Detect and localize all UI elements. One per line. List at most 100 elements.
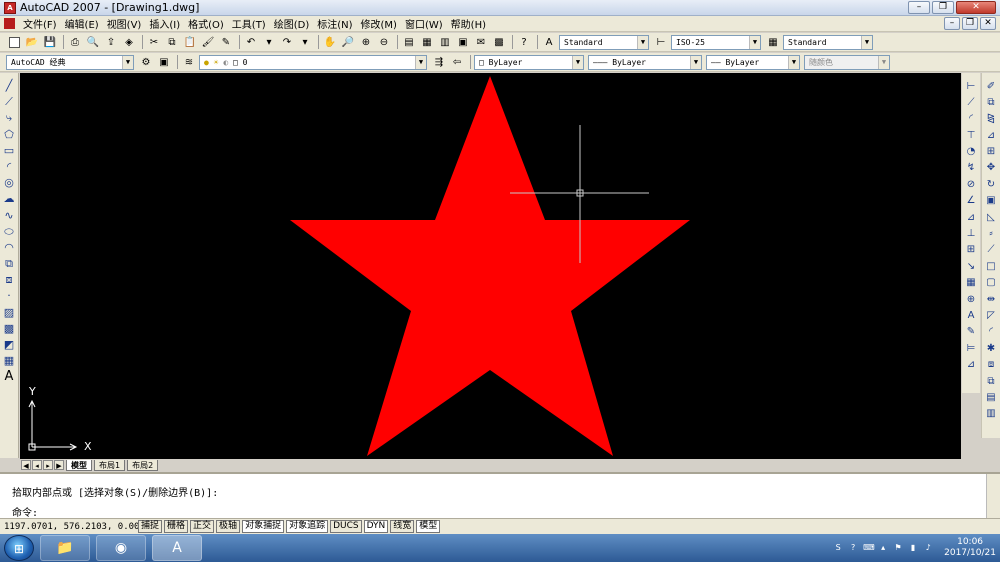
diameter-icon[interactable]: ⊘: [964, 177, 978, 191]
menu-window[interactable]: 窗口(W): [403, 16, 449, 31]
table-icon[interactable]: ▦: [2, 354, 16, 368]
next-tab-icon[interactable]: ▸: [43, 460, 53, 470]
doc-restore-button[interactable]: ❐: [962, 17, 978, 30]
zoom-window-icon[interactable]: ⊕: [358, 34, 374, 50]
break-at-point-icon[interactable]: □: [984, 259, 998, 273]
array-icon[interactable]: ⊞: [984, 145, 998, 159]
print-preview-icon[interactable]: 🔍: [85, 34, 101, 50]
continue-icon[interactable]: ⊞: [964, 243, 978, 257]
region-icon[interactable]: ◩: [2, 338, 16, 352]
show-hidden-icon[interactable]: ▴: [878, 543, 888, 553]
zoom-realtime-icon[interactable]: 🔎: [340, 34, 356, 50]
draw-order-back-icon[interactable]: ⧉: [984, 374, 998, 388]
polyline-icon[interactable]: ⤷: [2, 111, 16, 125]
open-icon[interactable]: 📂: [24, 34, 40, 50]
grid-toggle[interactable]: 栅格: [164, 520, 189, 533]
dim-style-icon[interactable]: ⊿: [964, 358, 978, 372]
3d-publish-icon[interactable]: ◈: [121, 34, 137, 50]
star-shape[interactable]: [290, 76, 690, 456]
redo-dropdown-icon[interactable]: ▾: [297, 34, 313, 50]
center-mark-icon[interactable]: ⊕: [964, 292, 978, 306]
radius-icon[interactable]: ◔: [964, 145, 978, 159]
quick-dim-icon[interactable]: ⊿: [964, 210, 978, 224]
draw-order-below-icon[interactable]: ▥: [984, 407, 998, 421]
copy-object-icon[interactable]: ⧉: [984, 95, 998, 109]
rotate-icon[interactable]: ↻: [984, 177, 998, 191]
layer-select[interactable]: ● ☀ ◐ □ 0 ▼: [199, 54, 427, 70]
cut-icon[interactable]: ✂: [146, 34, 162, 50]
menu-help[interactable]: 帮助(H): [449, 16, 492, 31]
scale-icon[interactable]: ▣: [984, 194, 998, 208]
construction-line-icon[interactable]: ⟋: [2, 95, 16, 109]
dim-text-edit-icon[interactable]: ✎: [964, 325, 978, 339]
extend-icon[interactable]: ⟋: [984, 243, 998, 257]
baseline-icon[interactable]: ⊥: [964, 227, 978, 241]
polar-toggle[interactable]: 极轴: [216, 520, 241, 533]
draw-order-front-icon[interactable]: ⧈: [984, 358, 998, 372]
menu-edit[interactable]: 编辑(E): [63, 16, 105, 31]
lineweight-select[interactable]: —— ByLayer ▼: [706, 54, 800, 70]
doc-close-button[interactable]: ✕: [980, 17, 996, 30]
command-input[interactable]: [40, 505, 920, 517]
hatch-icon[interactable]: ▨: [2, 306, 16, 320]
jogged-icon[interactable]: ↯: [964, 161, 978, 175]
linetype-select[interactable]: ——— ByLayer ▼: [588, 54, 702, 70]
help-tray-icon[interactable]: ?: [848, 543, 858, 553]
table-style-select[interactable]: Standard ▼: [783, 34, 873, 50]
menu-insert[interactable]: 插入(I): [147, 16, 186, 31]
workspace-select[interactable]: AutoCAD 经典 ▼: [6, 54, 134, 70]
tab-layout1[interactable]: 布局1: [94, 459, 126, 471]
line-icon[interactable]: ╱: [2, 79, 16, 93]
ordinate-icon[interactable]: ⊤: [964, 128, 978, 142]
network-icon[interactable]: ▮: [908, 543, 918, 553]
stretch-icon[interactable]: ◺: [984, 210, 998, 224]
my-workspace-icon[interactable]: ▣: [156, 54, 172, 70]
match-properties-icon[interactable]: 🖌: [200, 34, 216, 50]
sogou-icon[interactable]: S: [833, 543, 843, 553]
autocad-taskbar-icon[interactable]: A: [152, 535, 202, 561]
prev-tab-icon[interactable]: ◂: [32, 460, 42, 470]
last-tab-icon[interactable]: ▶: [54, 460, 64, 470]
snap-toggle[interactable]: 捕捉: [138, 520, 163, 533]
new-icon[interactable]: [6, 34, 22, 50]
copy-icon[interactable]: ⧉: [164, 34, 180, 50]
make-current-layer-icon[interactable]: ⇶: [431, 54, 447, 70]
document-icon[interactable]: [4, 18, 15, 29]
help-icon[interactable]: ?: [516, 34, 532, 50]
menu-view[interactable]: 视图(V): [105, 16, 148, 31]
break-icon[interactable]: ▢: [984, 276, 998, 290]
doc-minimize-button[interactable]: –: [944, 17, 960, 30]
close-button[interactable]: ✕: [956, 1, 996, 14]
command-scrollbar[interactable]: [986, 474, 1000, 518]
workspace-settings-icon[interactable]: ⚙: [138, 54, 154, 70]
aligned-dim-icon[interactable]: ⟋: [964, 95, 978, 109]
windows-start-icon[interactable]: ⊞: [4, 535, 34, 561]
zoom-previous-icon[interactable]: ⊖: [376, 34, 392, 50]
clock[interactable]: 10:06 2017/10/21: [944, 537, 996, 559]
markup-icon[interactable]: ✉: [473, 34, 489, 50]
ortho-toggle[interactable]: 正交: [190, 520, 215, 533]
circle-icon[interactable]: ◎: [2, 176, 16, 190]
gradient-icon[interactable]: ▩: [2, 322, 16, 336]
trim-icon[interactable]: ⸗: [984, 227, 998, 241]
ducs-toggle[interactable]: DUCS: [330, 520, 362, 533]
text-style-select[interactable]: Standard ▼: [559, 34, 649, 50]
minimize-button[interactable]: –: [908, 1, 930, 14]
revision-cloud-icon[interactable]: ☁: [2, 192, 16, 206]
menu-format[interactable]: 格式(O): [186, 16, 230, 31]
ellipse-arc-icon[interactable]: ◠: [2, 241, 16, 255]
paste-icon[interactable]: 📋: [182, 34, 198, 50]
explode-icon[interactable]: ✱: [984, 341, 998, 355]
layer-manager-icon[interactable]: ≋: [181, 54, 197, 70]
browser-taskbar-icon[interactable]: ◉: [96, 535, 146, 561]
tool-palettes-icon[interactable]: ▥: [437, 34, 453, 50]
menu-file[interactable]: 文件(F): [21, 16, 63, 31]
osnap-toggle[interactable]: 对象捕捉: [242, 520, 285, 533]
maximize-button[interactable]: ❐: [932, 1, 954, 14]
tab-model[interactable]: 模型: [66, 459, 92, 471]
angular-icon[interactable]: ∠: [964, 194, 978, 208]
dyn-toggle[interactable]: DYN: [363, 520, 389, 533]
dim-edit-icon[interactable]: A: [964, 308, 978, 322]
undo-dropdown-icon[interactable]: ▾: [261, 34, 277, 50]
input-method-icon[interactable]: ⌨: [863, 543, 875, 553]
